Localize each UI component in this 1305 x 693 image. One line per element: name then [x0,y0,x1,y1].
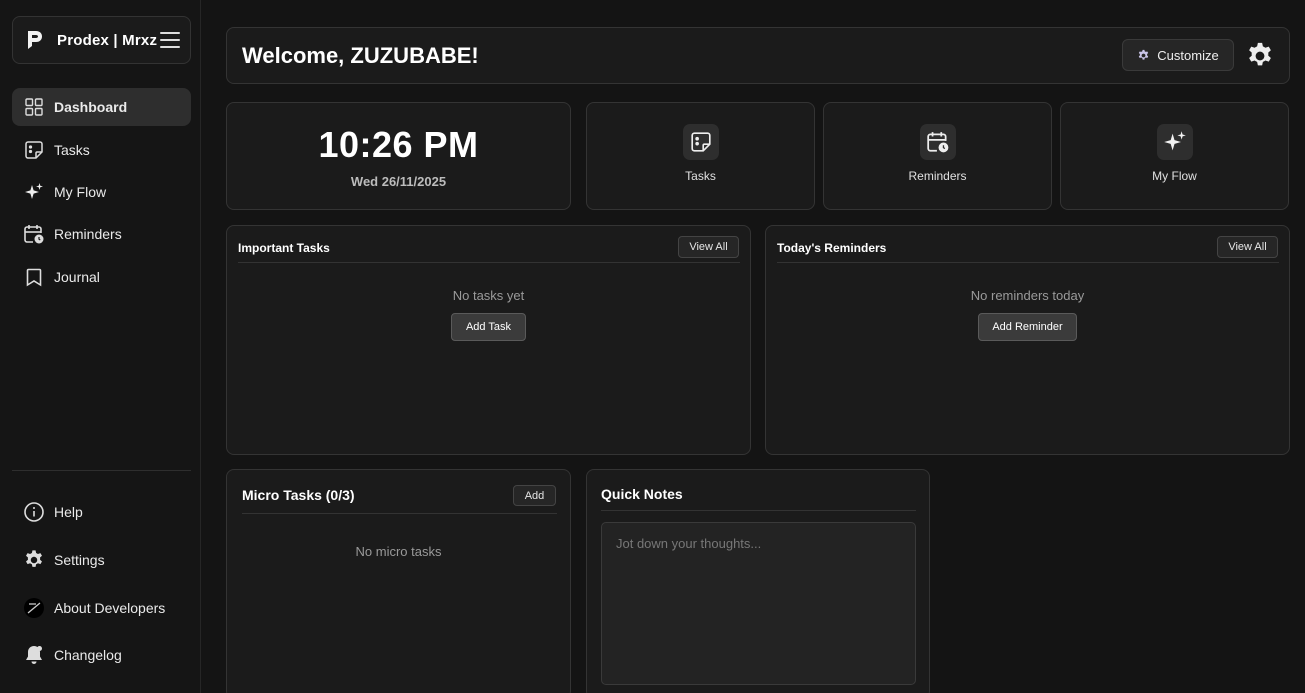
card-title: Today's Reminders [777,241,887,255]
card-title: Important Tasks [238,241,330,255]
sidebar-divider [12,470,191,471]
quick-link-tasks[interactable]: Tasks [586,102,815,210]
card-divider [601,510,916,511]
grid-icon [23,96,45,118]
card-title: Quick Notes [601,486,683,502]
calendar-clock-icon [919,123,956,160]
developer-logo-icon [23,597,45,619]
add-reminder-button[interactable]: Add Reminder [978,313,1077,341]
todays-reminders-card: Today's Reminders View All No reminders … [765,225,1290,455]
sidebar-item-label: Journal [54,269,100,285]
calendar-clock-icon [23,223,45,245]
sparkles-icon [23,181,45,203]
prodex-logo-icon [23,28,47,52]
card-title: Micro Tasks (0/3) [242,487,355,503]
sidebar-item-label: About Developers [54,600,166,616]
hamburger-menu-icon[interactable] [160,32,180,48]
empty-state-text: No tasks yet [452,288,525,303]
add-micro-task-button[interactable]: Add [513,485,556,506]
sticky-note-icon [23,139,45,161]
bookmark-icon [23,266,45,288]
bell-icon [23,644,45,666]
empty-state-text: No reminders today [970,288,1085,303]
customize-label: Customize [1157,47,1219,63]
sidebar-item-label: My Flow [54,184,107,200]
quick-notes-card: Quick Notes [586,469,930,693]
quick-link-label: Reminders [908,168,967,183]
quick-link-my-flow[interactable]: My Flow [1060,102,1289,210]
sidebar-item-settings[interactable]: Settings [12,541,191,579]
info-icon [23,501,45,523]
brand-name: Prodex | Mrxz [57,31,158,49]
gear-small-icon [1137,49,1150,62]
sidebar: Prodex | Mrxz Dashboard Tasks My Flow Re… [0,0,201,693]
micro-tasks-card: Micro Tasks (0/3) Add No micro tasks [226,469,571,693]
quick-link-label: My Flow [1152,168,1197,183]
sidebar-item-label: Changelog [54,647,122,663]
sidebar-item-label: Dashboard [54,99,128,115]
sidebar-item-my-flow[interactable]: My Flow [12,173,191,211]
sidebar-item-label: Reminders [54,226,122,242]
card-divider [238,262,740,263]
card-divider [777,262,1279,263]
sidebar-item-about-developers[interactable]: About Developers [12,589,191,627]
card-divider [242,513,557,514]
sparkles-icon [1156,123,1193,160]
sidebar-item-changelog[interactable]: Changelog [12,636,191,674]
empty-state-text: No micro tasks [355,544,442,559]
sidebar-item-tasks[interactable]: Tasks [12,131,191,169]
sidebar-item-label: Help [54,504,83,520]
add-task-button[interactable]: Add Task [451,313,526,341]
important-tasks-card: Important Tasks View All No tasks yet Ad… [226,225,751,455]
sidebar-item-dashboard[interactable]: Dashboard [12,88,191,126]
sticky-note-icon [682,123,719,160]
quick-link-label: Tasks [685,168,716,183]
customize-button[interactable]: Customize [1122,39,1234,71]
quick-link-reminders[interactable]: Reminders [823,102,1052,210]
page-title: Welcome, ZUZUBABE! [242,42,479,68]
welcome-header: Welcome, ZUZUBABE! Customize [226,27,1290,84]
sidebar-item-help[interactable]: Help [12,493,191,531]
clock-card: 10:26 PM Wed 26/11/2025 [226,102,571,210]
view-all-reminders-button[interactable]: View All [1217,236,1278,258]
settings-gear-icon[interactable] [1244,40,1276,72]
gear-icon [23,549,45,571]
view-all-tasks-button[interactable]: View All [678,236,739,258]
clock-time: 10:26 PM [318,123,479,165]
clock-date: Wed 26/11/2025 [350,173,447,189]
sidebar-item-label: Tasks [54,142,90,158]
sidebar-item-reminders[interactable]: Reminders [12,215,191,253]
sidebar-item-journal[interactable]: Journal [12,258,191,296]
sidebar-item-label: Settings [54,552,105,568]
brand-header: Prodex | Mrxz [12,16,191,64]
quick-notes-textarea[interactable] [601,522,916,685]
